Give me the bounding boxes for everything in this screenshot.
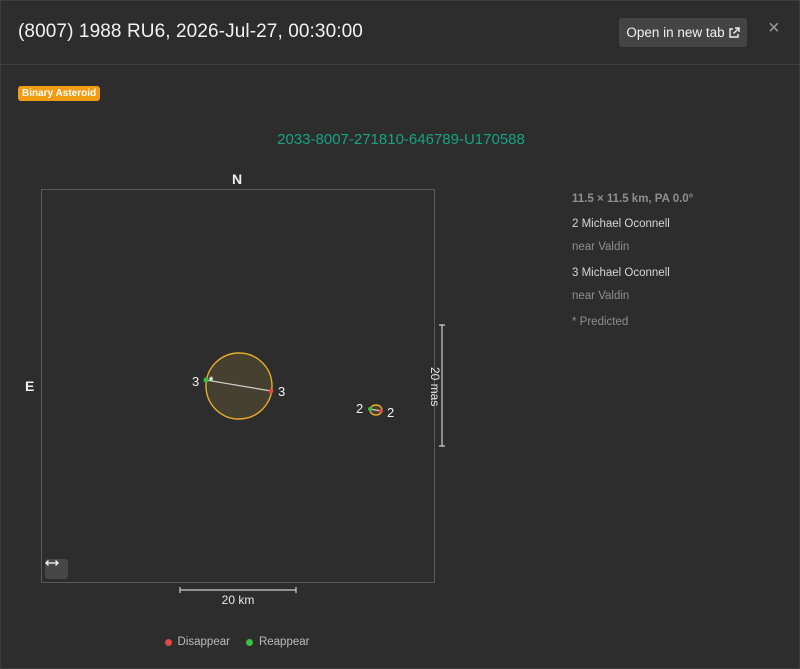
close-icon[interactable]: × — [768, 18, 780, 38]
external-link-icon — [728, 26, 740, 38]
chord-2-left-label: 2 — [356, 401, 363, 416]
legend-reappear: Reappear — [245, 636, 310, 648]
observer-name: 2 Michael Oconnell — [572, 218, 670, 230]
plot-canvas: 3 3 * 2 2 — [192, 352, 394, 420]
observation-info-panel: 11.5 × 11.5 km, PA 0.0° 2 Michael Oconne… — [572, 193, 792, 328]
modal-header: (8007) 1988 RU6, 2026-Jul-27, 00:30:00 O… — [1, 1, 799, 65]
legend-reappear-label: Reappear — [258, 636, 310, 648]
horizontal-scale-label: 20 km — [221, 593, 255, 607]
disappear-dot-icon — [164, 638, 172, 646]
predicted-marker: * — [209, 375, 214, 387]
modal-title: (8007) 1988 RU6, 2026-Jul-27, 00:30:00 — [18, 21, 363, 42]
chord-3-reappear-point — [203, 377, 209, 383]
horizontal-arrows-icon — [45, 560, 59, 566]
binary-asteroid-badge: Binary Asteroid — [18, 86, 101, 101]
chord-3-left-label: 3 — [192, 374, 199, 389]
event-id-link[interactable]: 2033-8007-271810-646789-U170588 — [1, 131, 800, 148]
body-size-text: 11.5 × 11.5 km, PA 0.0° — [572, 193, 694, 205]
legend-disappear-label: Disappear — [177, 636, 230, 648]
vertical-scale-label: 20 mas — [428, 367, 442, 407]
observer-name: 3 Michael Oconnell — [572, 267, 670, 279]
east-label: E — [25, 378, 35, 394]
chord-2-reappear-point — [368, 407, 372, 411]
chord-2-right-label: 2 — [387, 405, 394, 420]
event-modal: (8007) 1988 RU6, 2026-Jul-27, 00:30:00 O… — [0, 0, 800, 669]
toggle-orientation-button[interactable] — [45, 559, 68, 579]
north-label: N — [232, 171, 243, 187]
legend-disappear: Disappear — [164, 636, 230, 648]
open-in-new-tab-label: Open in new tab — [626, 25, 725, 40]
observer-location: near Valdin — [572, 290, 630, 302]
chord-3-disappear-point — [268, 388, 274, 394]
occultation-plot[interactable]: 3 3 * 2 2 — [41, 189, 435, 583]
observer-location: near Valdin — [572, 241, 630, 253]
chord-2-disappear-point — [379, 409, 383, 413]
reappear-dot-icon — [245, 638, 253, 646]
predicted-note: * Predicted — [572, 316, 629, 328]
chord-3-right-label: 3 — [278, 384, 285, 399]
open-in-new-tab-button[interactable]: Open in new tab — [619, 18, 747, 47]
plot-legend: Disappear Reappear — [1, 636, 473, 648]
